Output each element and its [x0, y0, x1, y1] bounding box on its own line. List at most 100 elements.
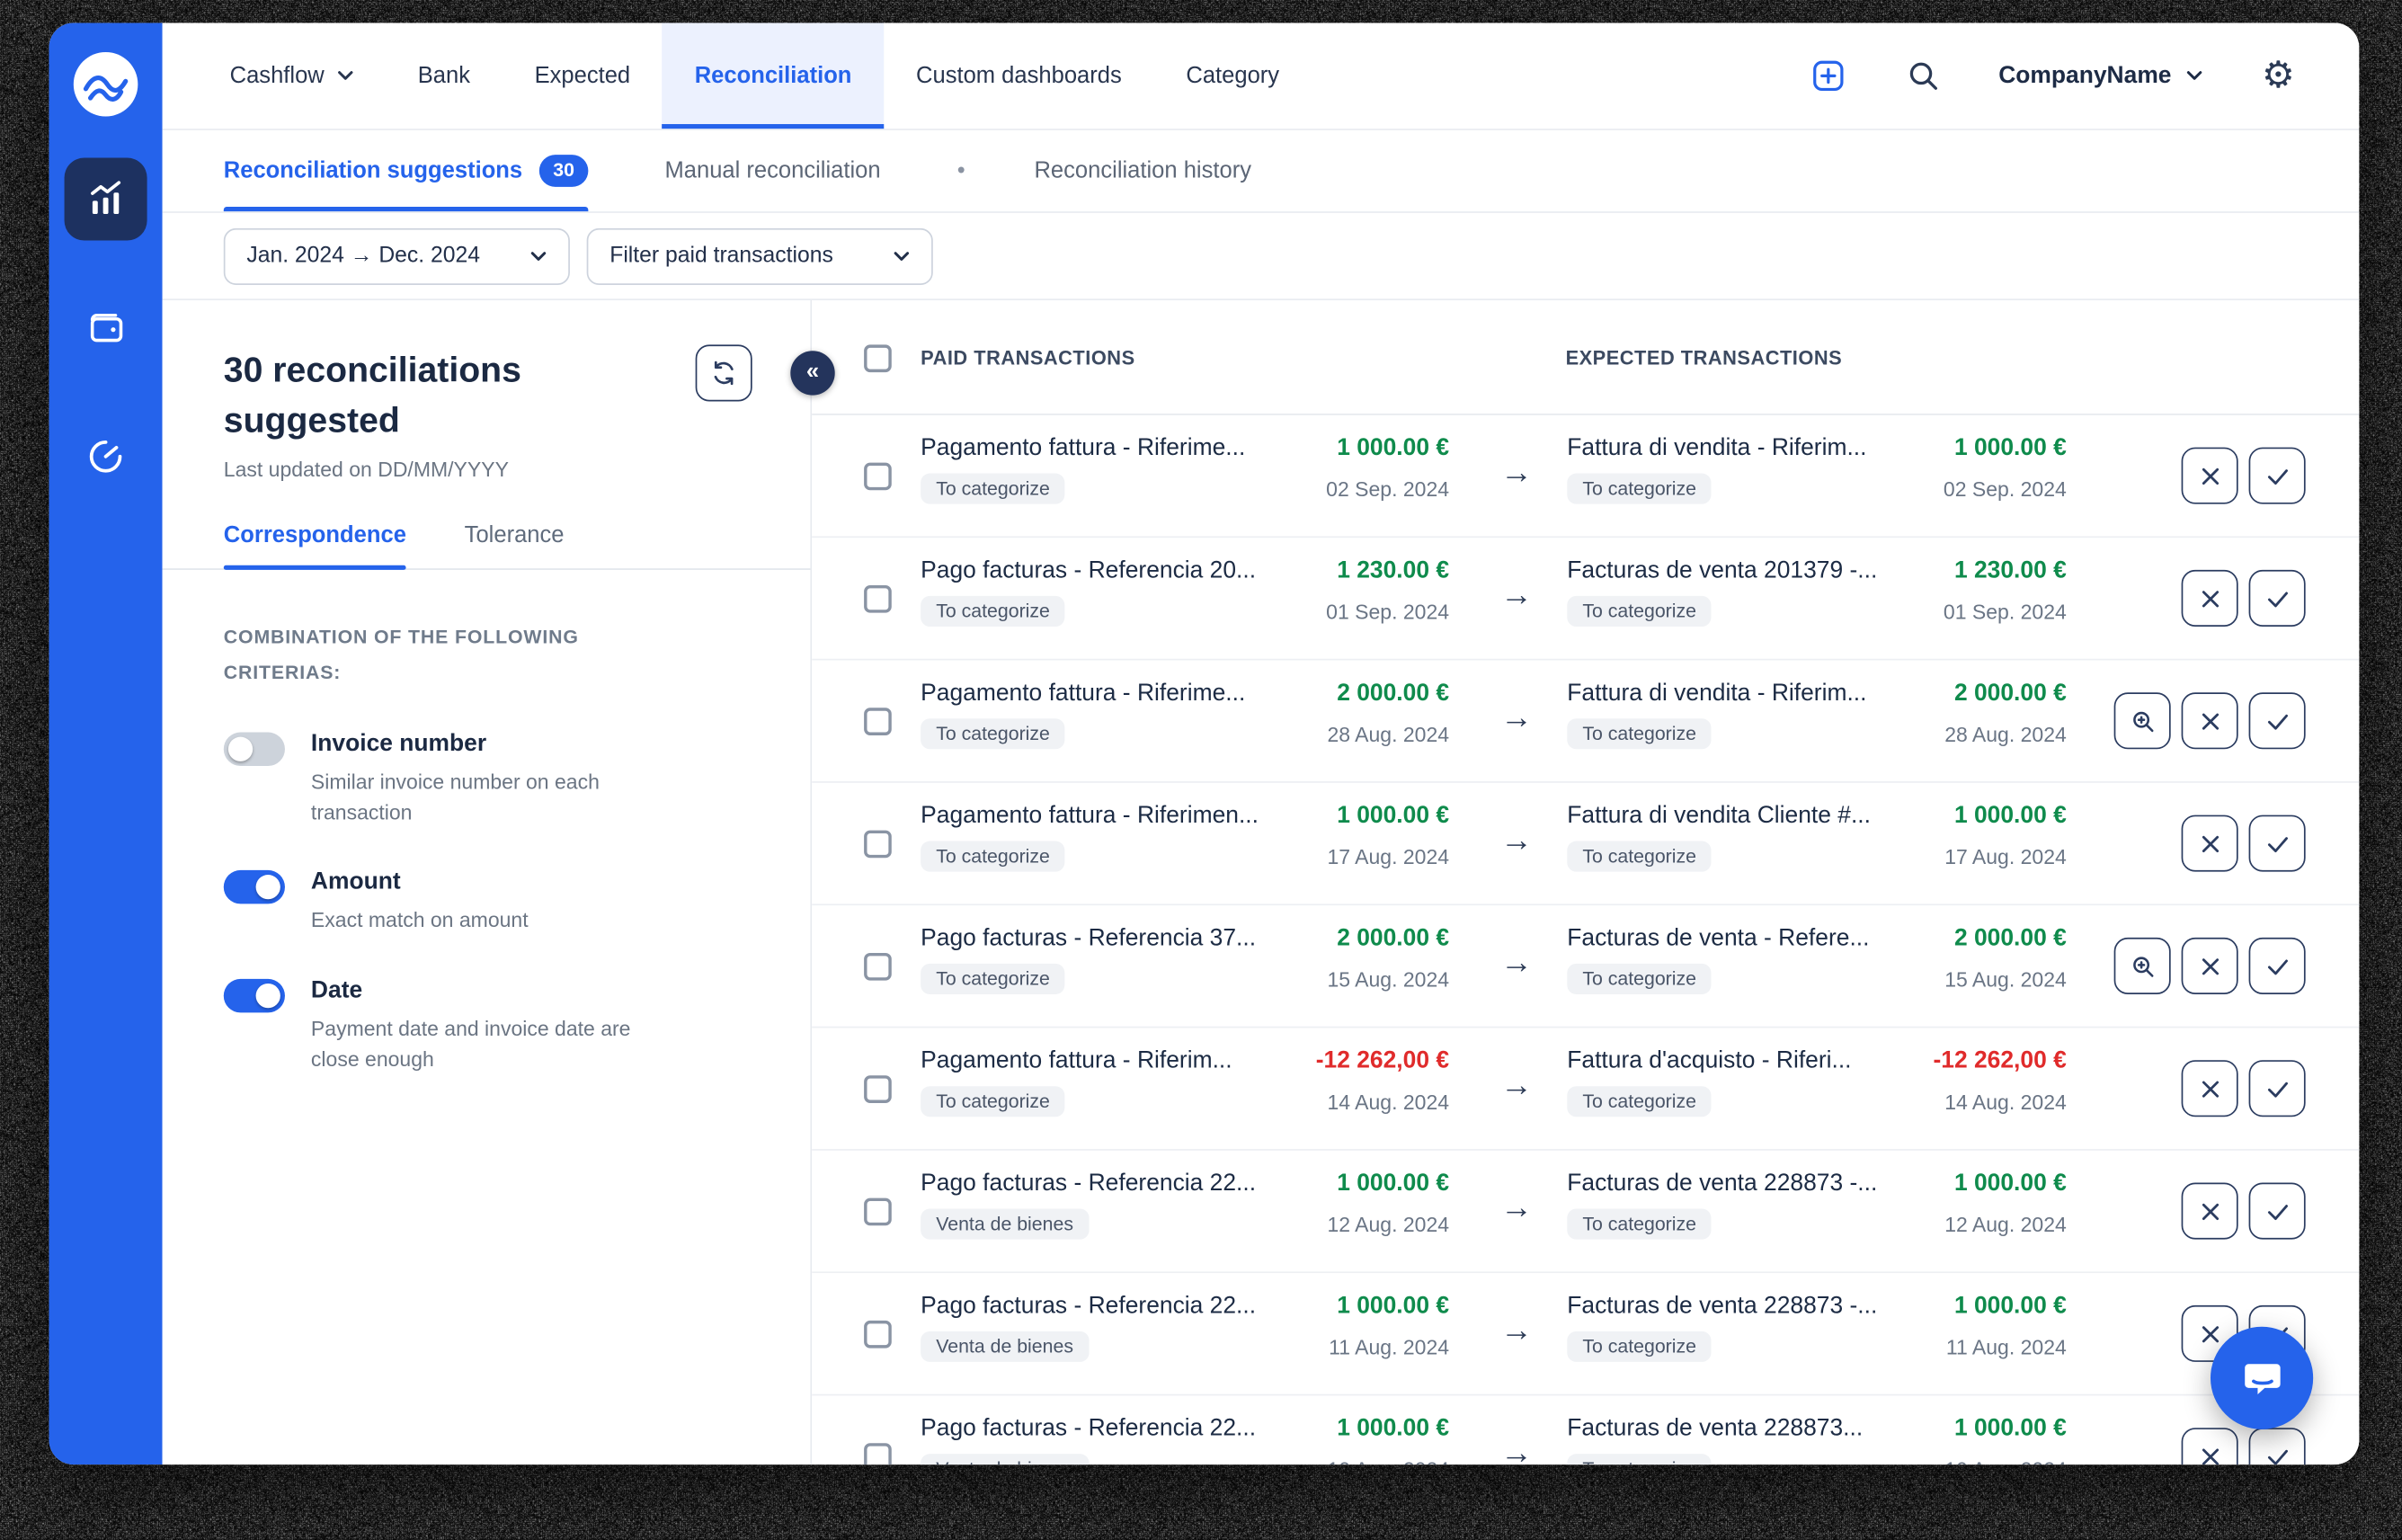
criteria-tabs: Correspondence Tolerance	[223, 522, 749, 571]
row-checkbox[interactable]	[864, 1443, 892, 1465]
row-checkbox[interactable]	[864, 1197, 892, 1226]
nav-item-cashflow[interactable]: Cashflow	[198, 23, 386, 129]
tab-tolerance[interactable]: Tolerance	[465, 523, 565, 569]
refresh-icon	[714, 361, 734, 386]
nav-item-reconciliation[interactable]: Reconciliation	[662, 22, 885, 129]
paid-category-badge[interactable]: To categorize	[921, 963, 1065, 994]
expected-category-badge[interactable]: To categorize	[1567, 1208, 1713, 1240]
zoom-in-icon	[2132, 956, 2153, 976]
row-checkbox[interactable]	[864, 1075, 892, 1103]
expected-category-badge[interactable]: To categorize	[1567, 1454, 1713, 1465]
expected-transactions-header: EXPECTED TRANSACTIONS	[1565, 346, 1843, 369]
sidebar	[49, 22, 163, 1465]
accept-match-button[interactable]	[2248, 1060, 2306, 1117]
reject-match-button[interactable]	[2181, 937, 2238, 994]
paid-category-badge[interactable]: Venta de bienes	[921, 1208, 1090, 1240]
add-widget-button[interactable]	[1809, 57, 1847, 95]
expected-category-badge[interactable]: To categorize	[1567, 595, 1713, 627]
chat-support-button[interactable]	[2210, 1326, 2314, 1429]
paid-title: Pagamento fattura - Riferim...	[921, 1047, 1232, 1074]
amount-toggle[interactable]	[223, 870, 285, 905]
row-checkbox[interactable]	[864, 584, 892, 613]
tab-manual-reconciliation[interactable]: Manual reconciliation	[664, 130, 880, 211]
select-all-checkbox[interactable]	[864, 344, 892, 373]
row-checkbox[interactable]	[864, 1320, 892, 1349]
expected-category-badge[interactable]: To categorize	[1567, 841, 1713, 872]
expected-category-badge[interactable]: To categorize	[1567, 963, 1713, 994]
tab-reconciliation-history[interactable]: Reconciliation history	[1034, 130, 1251, 211]
inspect-match-button[interactable]	[2113, 937, 2171, 994]
date-range-dropdown[interactable]: Jan. 2024 → Dec. 2024	[223, 227, 570, 285]
chevron-down-icon	[530, 251, 547, 262]
accept-match-button[interactable]	[2248, 1182, 2306, 1240]
paid-category-badge[interactable]: Venta de bienes	[921, 1454, 1090, 1465]
company-selector[interactable]: CompanyName	[1998, 62, 2203, 90]
row-actions	[2181, 815, 2306, 872]
nav-item-category[interactable]: Category	[1154, 23, 1312, 129]
paid-title: Pago facturas - Referencia 22...	[921, 1415, 1257, 1442]
criterion-label: Invoice number	[310, 731, 487, 758]
paid-line2: To categorize 01 Sep. 2024	[921, 595, 1449, 627]
paid-amount: 1 000.00 €	[1337, 434, 1450, 461]
reject-match-button[interactable]	[2181, 569, 2238, 627]
paid-transactions-filter-dropdown[interactable]: Filter paid transactions	[586, 227, 933, 285]
reject-match-button[interactable]	[2181, 1060, 2238, 1117]
reconciliation-row: Pago facturas - Referencia 22... 1 000.0…	[812, 1273, 2360, 1396]
paid-line1: Pago facturas - Referencia 37... 2 000.0…	[921, 925, 1449, 953]
nav-item-expected[interactable]: Expected	[503, 23, 663, 129]
reject-match-button[interactable]	[2181, 1182, 2238, 1240]
tab-label: Correspondence	[223, 522, 406, 549]
collapse-panel-button[interactable]: «	[790, 351, 835, 396]
refresh-button[interactable]	[695, 344, 752, 402]
reject-match-button[interactable]	[2181, 1428, 2238, 1465]
sidebar-item-analytics[interactable]	[64, 157, 147, 241]
expected-category-badge[interactable]: To categorize	[1567, 1331, 1713, 1362]
accept-match-button[interactable]	[2248, 815, 2306, 872]
app-logo[interactable]	[70, 49, 140, 120]
paid-category-badge[interactable]: To categorize	[921, 595, 1065, 627]
search-button[interactable]	[1905, 58, 1940, 93]
sidebar-item-forecast[interactable]	[65, 415, 147, 498]
settings-button[interactable]: ⚙	[2262, 57, 2295, 94]
expected-category-badge[interactable]: To categorize	[1567, 1086, 1713, 1117]
expected-title: Fattura di vendita - Riferim...	[1567, 434, 1867, 461]
inspect-match-button[interactable]	[2113, 692, 2171, 750]
accept-match-button[interactable]	[2248, 569, 2306, 627]
paid-category-badge[interactable]: To categorize	[921, 718, 1065, 750]
chevron-down-icon	[893, 251, 910, 262]
reconciliation-row: Pagamento fattura - Riferime... 2 000.00…	[812, 660, 2360, 783]
nav-item-bank[interactable]: Bank	[386, 23, 503, 129]
tab-reconciliation-suggestions[interactable]: Reconciliation suggestions 30	[223, 130, 589, 212]
paid-title: Pagamento fattura - Riferime...	[921, 680, 1246, 707]
nav-item-label: Reconciliation	[694, 62, 852, 89]
row-checkbox[interactable]	[864, 952, 892, 981]
row-checkbox[interactable]	[864, 462, 892, 491]
accept-match-button[interactable]	[2248, 692, 2306, 750]
nav-item-custom-dashboards[interactable]: Custom dashboards	[884, 23, 1153, 129]
reject-match-button[interactable]	[2181, 815, 2238, 872]
sidebar-item-wallet[interactable]	[65, 287, 147, 369]
accept-match-button[interactable]	[2248, 1428, 2306, 1465]
expected-category-badge[interactable]: To categorize	[1567, 473, 1713, 504]
reject-match-button[interactable]	[2181, 692, 2238, 750]
paid-category-badge[interactable]: To categorize	[921, 473, 1065, 504]
criterion-description: Similar invoice number on each transacti…	[310, 770, 600, 824]
paid-category-badge[interactable]: To categorize	[921, 1086, 1065, 1117]
check-icon	[2267, 836, 2288, 852]
expected-amount: 1 230.00 €	[1953, 557, 2067, 584]
tab-correspondence[interactable]: Correspondence	[223, 522, 407, 571]
reject-match-button[interactable]	[2181, 447, 2238, 504]
paid-category-badge[interactable]: Venta de bienes	[921, 1331, 1090, 1362]
invoice-number-toggle[interactable]	[223, 733, 285, 767]
date-toggle[interactable]	[223, 978, 285, 1013]
match-arrow-icon: →	[1500, 945, 1533, 981]
row-checkbox[interactable]	[864, 708, 892, 735]
criterion-text: Invoice number Similar invoice number on…	[311, 731, 666, 828]
paid-title: Pago facturas - Referencia 20...	[921, 557, 1257, 584]
accept-match-button[interactable]	[2248, 937, 2306, 994]
row-checkbox[interactable]	[864, 830, 892, 859]
expected-category-badge[interactable]: To categorize	[1567, 718, 1713, 750]
paid-category-badge[interactable]: To categorize	[921, 841, 1065, 872]
accept-match-button[interactable]	[2248, 447, 2306, 504]
paid-line2: Venta de bienes 10 Aug. 2024	[921, 1454, 1449, 1465]
